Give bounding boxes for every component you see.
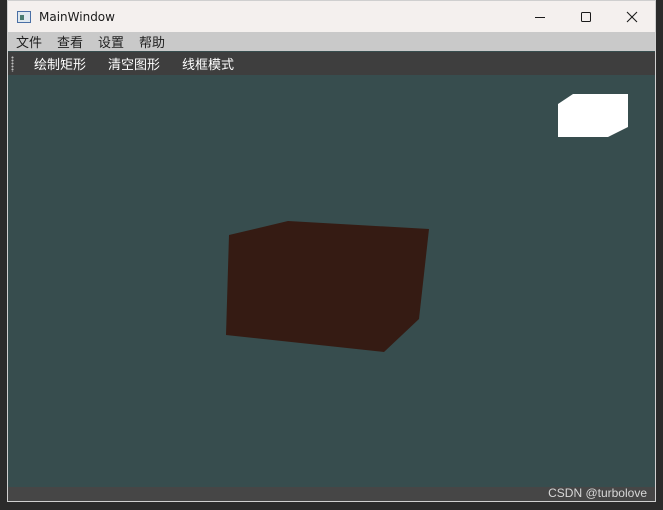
main-window: MainWindow 文件 查看 设置 帮助 绘制矩形 清空图形 线框模式 [7,0,656,502]
window-title: MainWindow [39,9,115,24]
toolbar-grip-handle[interactable] [11,55,14,72]
maximize-icon [581,11,591,22]
title-bar[interactable]: MainWindow [8,1,655,32]
close-button[interactable] [609,1,655,32]
menu-view[interactable]: 查看 [57,32,83,51]
app-icon [17,10,31,23]
close-icon [626,11,638,22]
minimize-icon [535,16,545,18]
maximize-button[interactable] [563,1,609,32]
opengl-viewport[interactable] [8,75,655,487]
scene-canvas [226,94,628,352]
toolbar: 绘制矩形 清空图形 线框模式 [8,52,655,75]
draw-rectangle-button[interactable]: 绘制矩形 [34,54,86,73]
watermark-text: CSDN @turbolove [548,486,647,500]
menu-file[interactable]: 文件 [16,32,42,51]
menu-settings[interactable]: 设置 [98,32,124,51]
menu-help[interactable]: 帮助 [139,32,165,51]
minimize-button[interactable] [517,1,563,32]
menu-bar: 文件 查看 设置 帮助 [8,32,655,51]
rendered-box-shape [226,221,429,352]
window-controls [517,1,655,32]
minimap-shape [558,94,628,137]
clear-shapes-button[interactable]: 清空图形 [108,54,160,73]
wireframe-mode-button[interactable]: 线框模式 [182,54,234,73]
